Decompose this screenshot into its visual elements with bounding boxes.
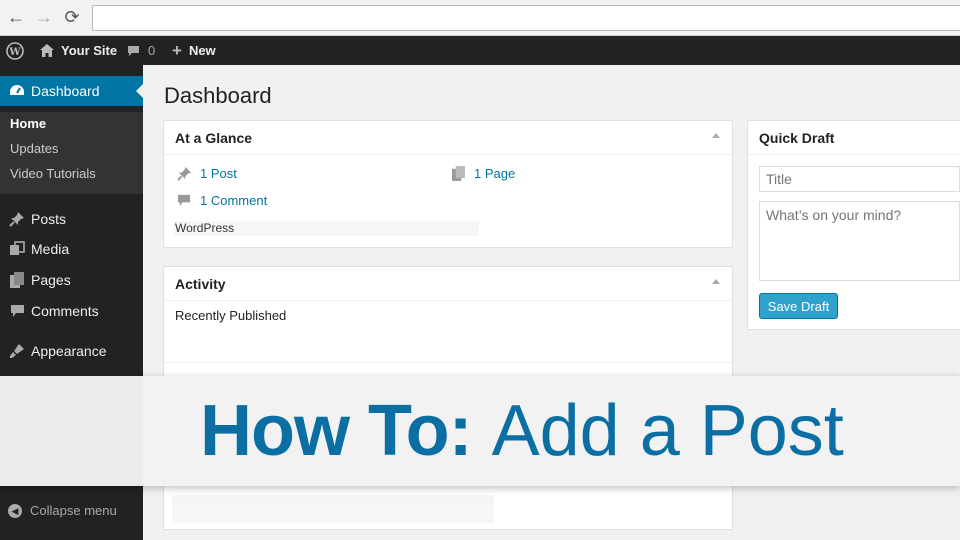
submenu-item-home[interactable]: Home xyxy=(10,116,46,131)
wordpress-logo-icon[interactable]: W xyxy=(6,36,24,65)
comment-icon xyxy=(176,192,192,208)
at-a-glance-heading[interactable]: At a Glance xyxy=(164,121,732,155)
site-name-label: Your Site xyxy=(61,43,118,58)
address-bar[interactable] xyxy=(92,5,960,31)
activity-heading[interactable]: Activity xyxy=(164,267,732,301)
save-draft-button[interactable]: Save Draft xyxy=(759,293,838,319)
svg-text:W: W xyxy=(8,47,21,58)
comment-bubble-icon xyxy=(127,45,140,57)
collapse-menu-button[interactable]: ◀ Collapse menu xyxy=(8,503,117,518)
widget-title: Quick Draft xyxy=(759,129,835,146)
brush-icon xyxy=(7,341,27,361)
pin-icon xyxy=(7,209,27,229)
submenu-item-updates[interactable]: Updates xyxy=(10,141,58,156)
pages-icon xyxy=(450,165,466,181)
sidebar-item-label: Dashboard xyxy=(31,83,100,99)
banner-heading-bold: How To: xyxy=(200,391,473,471)
at-a-glance-widget: At a Glance 1 Post 1 Page 1 Comment Word… xyxy=(163,120,733,248)
submenu-item-video-tutorials[interactable]: Video Tutorials xyxy=(10,166,96,181)
browser-toolbar: ← → ⟳ xyxy=(0,0,960,36)
new-content-link[interactable]: + New xyxy=(172,36,216,65)
page-count: 1 Page xyxy=(474,165,516,181)
sidebar-item-label: Posts xyxy=(31,211,67,227)
new-label: New xyxy=(188,43,216,58)
activity-placeholder-row xyxy=(172,495,494,523)
pin-icon xyxy=(176,165,192,181)
sidebar-item-label: Media xyxy=(31,241,70,257)
pages-icon xyxy=(7,270,27,290)
comment-count: 0 xyxy=(148,43,156,58)
post-count: 1 Post xyxy=(200,165,237,181)
post-count-link[interactable]: 1 Post xyxy=(176,165,237,181)
collapse-toggle-icon[interactable] xyxy=(712,279,720,284)
draft-content-textarea[interactable] xyxy=(759,201,960,281)
draft-title-input[interactable] xyxy=(759,166,960,192)
reload-icon[interactable]: ⟳ xyxy=(62,7,82,27)
sidebar-item-comments[interactable]: Comments xyxy=(0,296,143,326)
plus-icon: + xyxy=(172,40,182,60)
widget-title: At a Glance xyxy=(175,129,253,146)
collapse-menu-label: Collapse menu xyxy=(30,503,117,518)
comment-icon xyxy=(7,301,27,321)
dashboard-submenu: Home Updates Video Tutorials xyxy=(0,112,143,194)
back-icon[interactable]: ← xyxy=(6,7,26,27)
sidebar-item-label: Comments xyxy=(31,303,99,319)
sidebar-item-appearance[interactable]: Appearance xyxy=(0,336,143,366)
sidebar-item-media[interactable]: Media xyxy=(0,234,143,264)
active-indicator xyxy=(136,84,143,98)
dashboard-icon xyxy=(7,81,27,101)
sidebar-item-label: Appearance xyxy=(31,343,107,359)
forward-icon[interactable]: → xyxy=(34,7,54,27)
sidebar-item-label: Pages xyxy=(31,272,71,288)
widget-title: Activity xyxy=(175,275,226,292)
collapse-arrow-icon: ◀ xyxy=(8,503,22,518)
comment-count-link[interactable]: 1 Comment xyxy=(176,192,267,208)
recently-published-heading: Recently Published xyxy=(175,308,287,323)
sidebar-item-posts[interactable]: Posts xyxy=(0,204,143,234)
quick-draft-heading[interactable]: Quick Draft xyxy=(748,121,960,155)
admin-bar: W Your Site 0 + New xyxy=(0,36,960,65)
title-banner: How To: Add a Post xyxy=(0,376,960,486)
page-count-link[interactable]: 1 Page xyxy=(450,165,515,181)
sidebar-item-dashboard[interactable]: Dashboard xyxy=(0,76,143,106)
page-title: Dashboard xyxy=(164,83,272,108)
collapse-toggle-icon[interactable] xyxy=(712,133,720,138)
comment-count: 1 Comment xyxy=(200,192,268,208)
comments-link[interactable]: 0 xyxy=(127,36,155,65)
site-name-link[interactable]: Your Site xyxy=(40,36,117,65)
sidebar-item-pages[interactable]: Pages xyxy=(0,265,143,295)
home-icon xyxy=(40,44,54,57)
banner-heading-light: Add a Post xyxy=(491,391,844,471)
media-icon xyxy=(7,239,27,259)
divider xyxy=(164,362,732,363)
wordpress-version-text: WordPress xyxy=(175,221,235,235)
